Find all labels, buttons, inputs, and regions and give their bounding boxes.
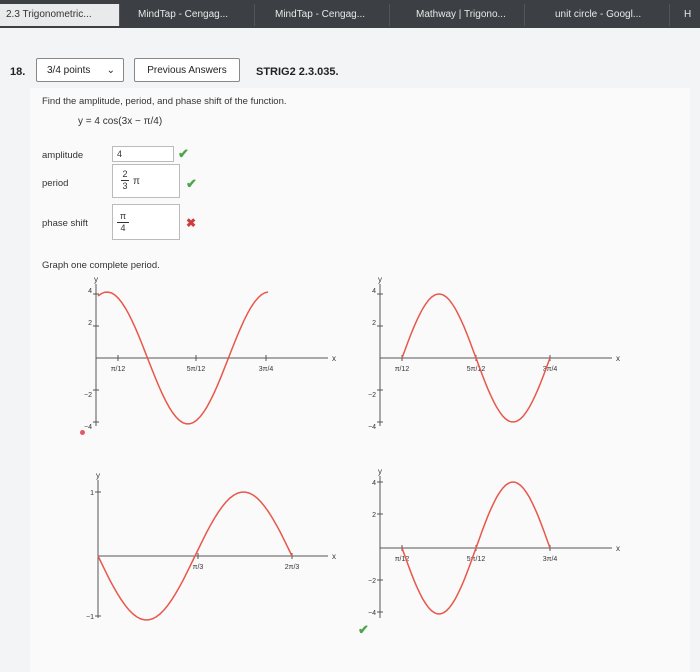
graph-option-b[interactable]: yx42−2−4π/12 5π/12 3π/4 <box>362 276 624 436</box>
period-fraction: 2 3 <box>121 170 129 191</box>
y-axis-label: y <box>96 471 100 480</box>
question-number: 18. <box>10 66 26 78</box>
x-axis-label: x <box>616 544 620 553</box>
points-label: 3/4 points <box>47 65 91 76</box>
x-axis-label: x <box>332 552 336 561</box>
y-tick-label: 2 <box>372 512 376 519</box>
graph-option-c[interactable]: y x 1 −1 π/3 2π/3 <box>78 468 340 628</box>
x-axis-label: x <box>616 354 620 363</box>
chevron-down-icon: ⌄ <box>106 65 115 76</box>
x-tick-label: 5π/12 <box>467 556 486 563</box>
x-tick-label: π/12 <box>111 366 126 373</box>
phase-shift-input[interactable]: π 4 <box>112 204 180 240</box>
amplitude-correct-icon: ✔ <box>178 146 189 161</box>
graph-option-a-radio[interactable] <box>80 430 85 435</box>
y-tick-label: 4 <box>372 480 376 487</box>
amplitude-label: amplitude <box>42 150 84 161</box>
browser-tab-unit-circle[interactable]: unit circle - Googl... <box>525 4 670 26</box>
graph-option-d[interactable]: yx42−2−4π/12 5π/12 3π/4 <box>362 468 624 628</box>
y-axis-label: y <box>378 468 382 476</box>
browser-tab-mathway[interactable]: Mathway | Trigono... <box>390 4 525 26</box>
graph-option-a[interactable]: y x 4 2 −2 −4 π/12 5π/12 3π/4 <box>78 276 340 436</box>
amplitude-input[interactable]: 4 <box>112 146 174 162</box>
period-label: period <box>42 178 69 189</box>
y-tick-label: −4 <box>368 610 376 617</box>
phase-shift-label: phase shift <box>42 218 88 229</box>
function-equation: y = 4 cos(3x − π/4) <box>78 116 163 127</box>
y-tick-label: −2 <box>368 578 376 585</box>
previous-answers-button[interactable]: Previous Answers <box>134 58 240 82</box>
period-denominator: 3 <box>122 181 128 191</box>
y-tick-label: −4 <box>368 424 376 431</box>
y-tick-label: −2 <box>368 392 376 399</box>
y-tick-label: 4 <box>372 288 376 295</box>
y-axis-label: y <box>378 276 382 284</box>
question-instruction: Find the amplitude, period, and phase sh… <box>42 96 287 107</box>
phase-numerator: π <box>119 211 127 221</box>
phase-fraction: π 4 <box>117 212 129 233</box>
graph-prompt: Graph one complete period. <box>42 260 160 271</box>
period-correct-icon: ✔ <box>186 176 197 191</box>
browser-tab-mindtap-1[interactable]: MindTap - Cengag... <box>120 4 255 26</box>
y-tick-label: 2 <box>88 320 92 327</box>
graph-correct-icon: ✔ <box>358 622 369 637</box>
y-tick-label: −4 <box>84 424 92 431</box>
y-tick-label: 1 <box>90 490 94 497</box>
x-axis-label: x <box>332 354 336 363</box>
x-tick-label: 3π/4 <box>543 556 558 563</box>
x-tick-label: 3π/4 <box>259 366 274 373</box>
question-code: STRIG2 2.3.035. <box>256 66 339 78</box>
phase-shift-incorrect-icon: ✖ <box>186 216 197 230</box>
browser-tab-h[interactable]: H <box>670 4 700 26</box>
x-tick-label: 5π/12 <box>467 366 486 373</box>
x-tick-label: 2π/3 <box>285 564 300 571</box>
x-tick-label: π/12 <box>395 366 410 373</box>
y-axis-label: y <box>94 276 98 284</box>
period-pi: π <box>133 176 140 187</box>
period-numerator: 2 <box>122 169 128 179</box>
points-dropdown[interactable]: 3/4 points ⌄ <box>36 58 124 82</box>
phase-denominator: 4 <box>120 223 126 233</box>
x-tick-label: π/3 <box>193 564 204 571</box>
browser-tab-mindtap-2[interactable]: MindTap - Cengag... <box>255 4 390 26</box>
y-tick-label: −1 <box>86 614 94 621</box>
period-input[interactable]: 2 3 π <box>112 164 180 198</box>
y-tick-label: −2 <box>84 392 92 399</box>
browser-tab-trig[interactable]: 2.3 Trigonometric... <box>0 4 120 26</box>
browser-tab-bar: 2.3 Trigonometric... MindTap - Cengag...… <box>0 0 700 28</box>
y-tick-label: 4 <box>88 288 92 295</box>
y-tick-label: 2 <box>372 320 376 327</box>
x-tick-label: 5π/12 <box>187 366 206 373</box>
